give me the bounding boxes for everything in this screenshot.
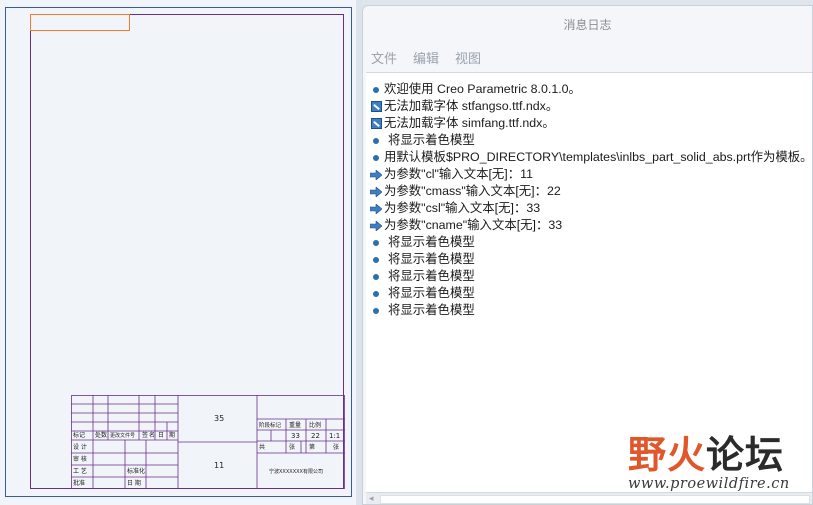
info-bullet-icon [370, 271, 382, 283]
tb-label-date2: 期 [169, 431, 175, 439]
info-bullet-icon [370, 152, 382, 164]
tb-label-design: 设 计 [73, 443, 87, 451]
tb-label-date1: 日 [158, 432, 164, 439]
watermark-char-2: 火 [667, 432, 707, 477]
log-line: 为参数"cl"输入文本[无]：11 [366, 166, 812, 183]
info-bullet-icon [370, 288, 382, 300]
info-bullet-icon [370, 135, 382, 147]
watermark-char-3: 论坛 [706, 432, 785, 477]
log-line-text: 将显示着色模型 [388, 252, 475, 266]
watermark-char-1: 野 [628, 432, 668, 477]
log-line-text: 将显示着色模型 [388, 269, 475, 283]
tb-label-sign2: 名 [149, 431, 155, 439]
tb-label-stage: 阶段标记 [259, 421, 282, 429]
log-line: 无法加载字体 simfang.ttf.ndx。 [366, 115, 812, 132]
tb-label-mark: 标记 [73, 431, 85, 439]
tb-label-sign1: 签 [142, 431, 148, 439]
log-line: 为参数"cmass"输入文本[无]：22 [366, 183, 812, 200]
log-line-text: 为参数"cname"输入文本[无]：33 [384, 218, 563, 232]
log-line-text: 为参数"cmass"输入文本[无]：22 [384, 184, 561, 198]
log-line-text: 为参数"csl"输入文本[无]：33 [384, 201, 541, 215]
tb-label-scale: 比例 [309, 421, 321, 429]
info-bullet-icon [370, 254, 382, 266]
log-line: 无法加载字体 stfangso.ttf.ndx。 [366, 98, 812, 115]
log-line: 用默认模板$PRO_DIRECTORY\templates\inlbs_part… [366, 149, 813, 166]
watermark-logo-text: 野火论坛 [628, 424, 784, 479]
tb-label-total: 共 [259, 443, 265, 451]
log-line: 将显示着色模型 [366, 251, 812, 268]
info-bullet-icon [370, 305, 382, 317]
warning-icon [370, 118, 382, 130]
drawing-canvas[interactable]: 标记 处数 更改文件号 签 名 日 期 设 计 审 核 工 艺 批准 标准化 日… [0, 0, 356, 505]
tb-label-standard: 标准化 [127, 467, 145, 475]
log-line: 欢迎使用 Creo Parametric 8.0.1.0。 [366, 81, 812, 98]
arrow-right-icon [370, 169, 382, 181]
log-line: 将显示着色模型 [366, 234, 812, 251]
tb-part-name: 35 [214, 414, 224, 423]
tb-label-review: 审 核 [73, 455, 87, 463]
log-line-text: 无法加载字体 stfangso.ttf.ndx。 [384, 99, 559, 113]
menu-view[interactable]: 视图 [455, 48, 481, 67]
info-bullet-icon [370, 237, 382, 249]
arrow-right-icon [370, 220, 382, 232]
tb-label-weight: 重量 [289, 421, 301, 429]
title-block-grid: 标记 处数 更改文件号 签 名 日 期 设 计 审 核 工 艺 批准 标准化 日… [71, 395, 345, 489]
info-bullet-icon [370, 84, 382, 96]
tb-label-change-doc: 更改文件号 [110, 432, 135, 439]
tb-weight-value: 33 [291, 432, 300, 440]
log-line-text: 将显示着色模型 [388, 235, 475, 249]
menu-file[interactable]: 文件 [371, 48, 397, 67]
title-block[interactable]: 标记 处数 更改文件号 签 名 日 期 设 计 审 核 工 艺 批准 标准化 日… [71, 395, 345, 489]
forum-watermark: 野火论坛 www.proewildfire.cn [628, 420, 808, 500]
tb-label-date3: 日 期 [127, 479, 141, 487]
menu-bar: 文件 编辑 视图 [363, 44, 812, 70]
arrow-right-icon [370, 186, 382, 198]
arrow-right-icon [370, 203, 382, 215]
log-line: 将显示着色模型 [366, 132, 812, 149]
tb-scale-value: 22 [311, 432, 320, 440]
watermark-url: www.proewildfire.cn [628, 476, 790, 492]
menu-edit[interactable]: 编辑 [413, 48, 439, 67]
log-line-text: 将显示着色模型 [388, 303, 475, 317]
window-title: 消息日志 [563, 18, 612, 32]
log-line: 将显示着色模型 [366, 268, 812, 285]
tb-label-process: 工 艺 [73, 467, 87, 475]
log-line-text: 无法加载字体 simfang.ttf.ndx。 [384, 116, 555, 130]
log-line-text: 将显示着色模型 [388, 286, 475, 300]
tb-part-number: 11 [214, 461, 224, 470]
log-line: 为参数"csl"输入文本[无]：33 [366, 200, 812, 217]
log-line: 将显示着色模型 [366, 302, 812, 319]
scroll-left-arrow-icon[interactable]: ◂ [369, 494, 374, 504]
tb-label-sheet-no: 第 [309, 443, 315, 451]
selected-region-highlight[interactable] [30, 14, 130, 31]
warning-icon [370, 101, 382, 113]
log-line: 将显示着色模型 [366, 285, 812, 302]
tb-company: 宁波XXXXXXX有限公司 [269, 468, 323, 475]
log-line-text: 将显示着色模型 [388, 133, 475, 147]
tb-label-approve: 批准 [73, 479, 85, 487]
log-line-text: 用默认模板$PRO_DIRECTORY\templates\inlbs_part… [384, 150, 813, 164]
tb-label-sheets1: 张 [289, 443, 295, 451]
log-line-text: 欢迎使用 Creo Parametric 8.0.1.0。 [384, 82, 581, 96]
tb-label-sheets2: 张 [333, 443, 339, 451]
log-line-text: 为参数"cl"输入文本[无]：11 [384, 167, 534, 181]
tb-label-count: 处数 [95, 431, 107, 439]
tb-ratio-value: 1:1 [329, 432, 340, 440]
log-line: 为参数"cname"输入文本[无]：33 [366, 217, 812, 234]
